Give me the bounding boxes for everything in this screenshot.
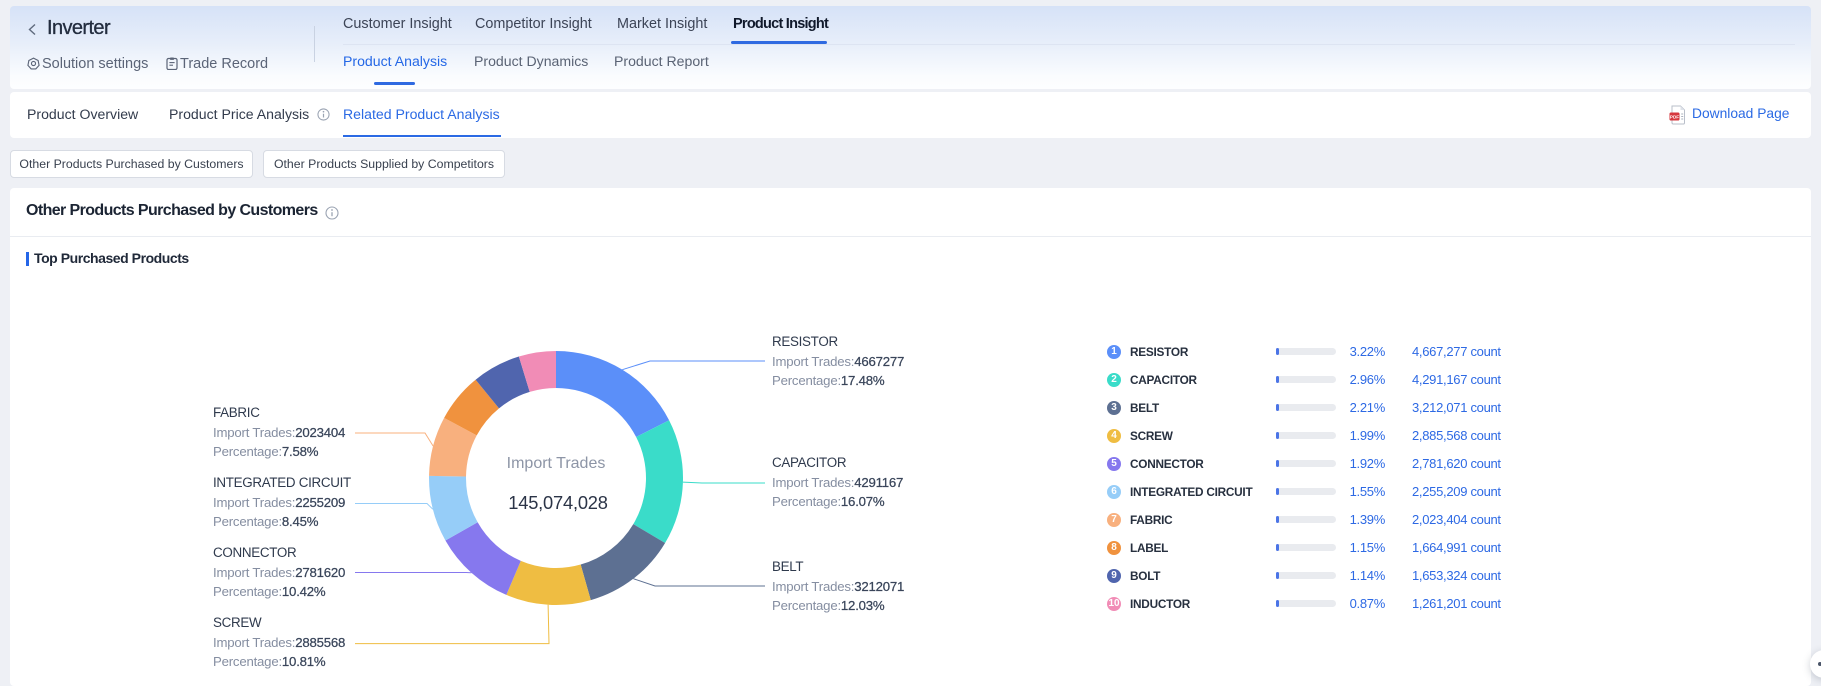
svg-text:PDF: PDF <box>1670 114 1679 119</box>
